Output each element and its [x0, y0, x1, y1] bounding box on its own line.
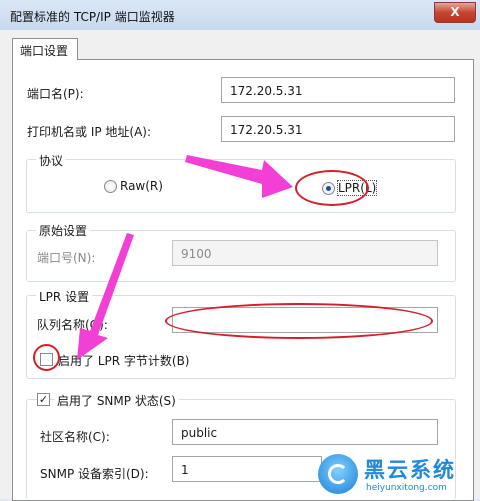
- snmp-status-checkbox[interactable]: ✓: [37, 393, 50, 406]
- printer-ip-label: 打印机名或 IP 地址(A):: [27, 125, 152, 139]
- snmp-device-index-label: SNMP 设备索引(D):: [40, 467, 149, 481]
- raw-settings-group-label: 原始设置: [36, 222, 91, 239]
- port-name-label: 端口名(P):: [27, 87, 84, 101]
- watermark-url: heiyunxitong.com: [366, 483, 447, 493]
- lpr-byte-count-label: 启用了 LPR 字节计数(B): [58, 354, 190, 368]
- brand-logo-icon: [318, 454, 358, 494]
- tab-port-settings[interactable]: 端口设置: [12, 38, 78, 60]
- community-name-input[interactable]: public: [172, 419, 438, 445]
- tcpip-port-monitor-dialog: 配置标准的 TCP/IP 端口监视器 X 端口设置 端口名(P): 172.20…: [0, 0, 480, 501]
- port-number-value: 9100: [181, 247, 212, 261]
- community-name-label: 社区名称(C):: [40, 430, 110, 444]
- port-number-label: 端口号(N):: [37, 251, 96, 265]
- tab-label: 端口设置: [20, 44, 69, 58]
- title-bar: 配置标准的 TCP/IP 端口监视器 X: [0, 0, 480, 30]
- snmp-device-index-value: 1: [181, 463, 189, 477]
- snmp-status-label: 启用了 SNMP 状态(S): [54, 392, 179, 409]
- protocol-group-label: 协议: [36, 152, 67, 169]
- annotation-ellipse-queue: [165, 303, 433, 339]
- port-number-input[interactable]: 9100: [172, 240, 438, 266]
- raw-radio[interactable]: [104, 180, 117, 193]
- community-name-value: public: [181, 426, 218, 440]
- close-button[interactable]: X: [434, 2, 476, 23]
- window-title: 配置标准的 TCP/IP 端口监视器: [10, 10, 175, 24]
- protocol-group: [26, 159, 456, 213]
- queue-name-label: 队列名称(Q):: [37, 318, 108, 332]
- port-name-input[interactable]: 172.20.5.31: [221, 77, 455, 103]
- watermark: 黑云系统 heiyunxitong.com: [318, 452, 480, 499]
- printer-ip-input[interactable]: 172.20.5.31: [221, 116, 455, 142]
- raw-radio-label: Raw(R): [120, 179, 163, 193]
- watermark-brand: 黑云系统: [364, 458, 456, 482]
- lpr-settings-group-label: LPR 设置: [36, 288, 93, 305]
- port-name-value: 172.20.5.31: [230, 84, 303, 98]
- annotation-ellipse-checkbox: [33, 344, 60, 371]
- close-icon: X: [450, 5, 460, 19]
- snmp-device-index-input[interactable]: 1: [172, 456, 322, 482]
- printer-ip-value: 172.20.5.31: [230, 123, 303, 137]
- annotation-ellipse-lpr: [295, 170, 369, 206]
